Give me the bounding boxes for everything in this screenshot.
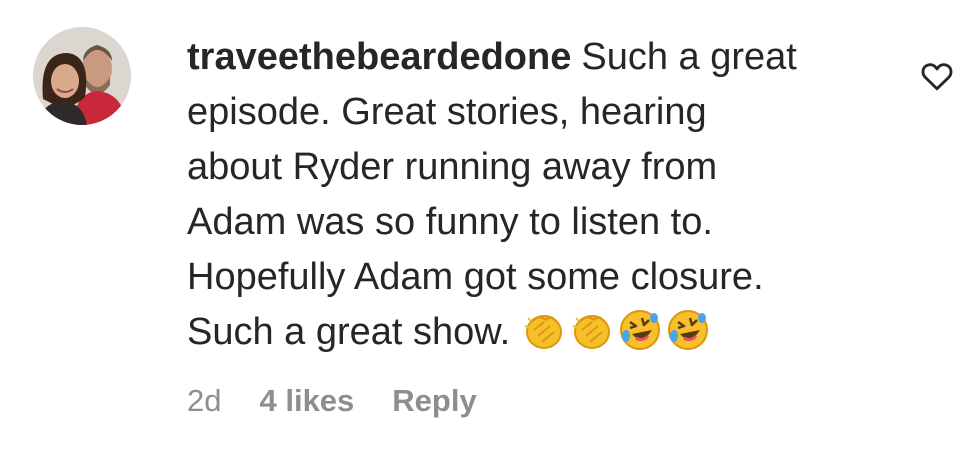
avatar[interactable] [33,27,131,125]
emoji-group [522,308,710,352]
clapping-hands-icon [572,315,611,349]
heart-icon[interactable] [919,58,955,94]
comment-username[interactable]: traveethebeardedone [187,36,571,78]
comment-text-line: Hopefully Adam got some closure. [187,256,764,298]
clapping-hands-icon [524,315,563,349]
comment-text-line: Such a great show. [187,311,511,353]
comment: traveethebeardedone Such a great episode.… [0,0,980,449]
reply-button[interactable]: Reply [392,383,476,419]
comment-likes-count[interactable]: 4 likes [259,383,354,419]
rolling-on-floor-laughing-icon [620,310,661,350]
comment-text-line: episode. Great stories, hearing [187,91,707,133]
comment-meta: 2d 4 likes Reply [187,383,477,419]
comment-text-line: Such a great [581,36,797,78]
comment-text-line: Adam was so funny to listen to. [187,201,713,243]
avatar-photo [33,27,131,125]
rolling-on-floor-laughing-icon [668,310,709,350]
comment-text-line: about Ryder running away from [187,146,718,188]
comment-timestamp[interactable]: 2d [187,383,221,419]
comment-body: traveethebeardedone Such a great episode.… [187,30,867,360]
